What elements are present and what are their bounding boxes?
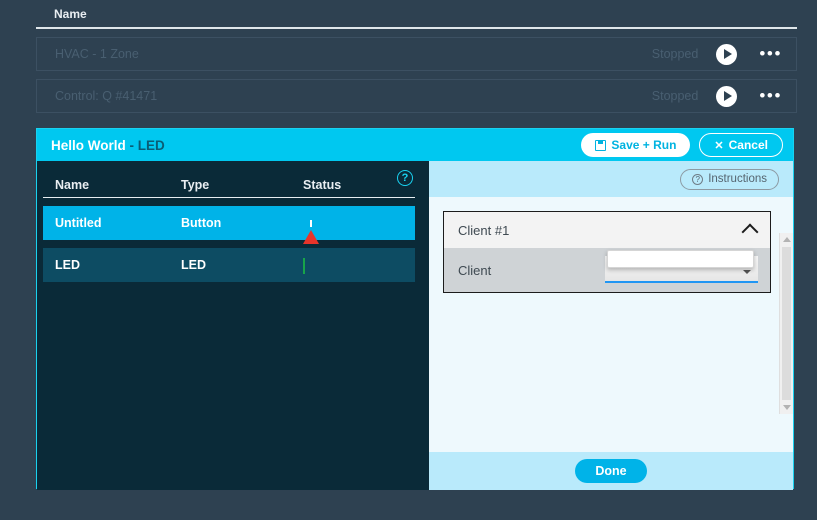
accordion-row-client: Client (444, 248, 770, 292)
background-row[interactable]: HVAC - 1 Zone Stopped ••• (36, 37, 797, 71)
instructions-button[interactable]: ? Instructions (680, 168, 779, 190)
instructions-label: Instructions (708, 173, 767, 185)
column-header-type: Type (181, 178, 210, 192)
more-options-icon[interactable]: ••• (759, 45, 782, 62)
done-bar: Done (429, 452, 793, 490)
cancel-button[interactable]: ✕ Cancel (699, 133, 783, 157)
save-and-run-button[interactable]: Save + Run (581, 133, 691, 157)
accordion-title: Client #1 (458, 222, 510, 238)
save-button-label: Save + Run (611, 138, 677, 152)
row-type: Button (181, 216, 222, 230)
background-row-status: Stopped (651, 89, 699, 103)
components-table-header: Name Type Status (43, 161, 415, 198)
more-options-icon[interactable]: ••• (759, 87, 782, 104)
row-status (303, 258, 415, 274)
cancel-button-label: Cancel (728, 138, 768, 152)
row-name: LED (55, 258, 80, 272)
app-root: Name HVAC - 1 Zone Stopped ••• Control: … (0, 0, 817, 520)
properties-pane: ? Instructions Client #1 Client Done (429, 161, 793, 490)
warning-icon (303, 216, 319, 244)
column-header-name: Name (55, 178, 90, 192)
properties-scrollbar[interactable] (779, 233, 793, 414)
properties-content: Client #1 Client (429, 197, 793, 452)
row-status (303, 216, 415, 244)
table-row[interactable]: LED LED (43, 248, 415, 282)
row-type: LED (181, 258, 206, 272)
chevron-up-icon[interactable] (741, 223, 759, 241)
dialog-actions: Save + Run ✕ Cancel (581, 133, 783, 157)
accordion-header[interactable]: Client #1 (444, 212, 770, 248)
background-row-name: HVAC - 1 Zone (55, 47, 139, 61)
play-icon[interactable] (716, 85, 738, 107)
row-name: Untitled (55, 216, 102, 230)
help-icon[interactable]: ? (397, 170, 413, 186)
dialog-body: ? Name Type Status Untitled Button LED L… (37, 161, 793, 490)
done-button-label: Done (595, 464, 627, 478)
background-column-name: Name (54, 6, 87, 21)
background-list: Name HVAC - 1 Zone Stopped ••• Control: … (36, 0, 797, 113)
check-icon (303, 258, 305, 274)
client-dropdown-menu[interactable] (607, 250, 754, 268)
scroll-down-icon[interactable] (783, 405, 791, 410)
help-icon: ? (692, 173, 704, 185)
done-button[interactable]: Done (575, 459, 647, 483)
components-pane: ? Name Type Status Untitled Button LED L… (37, 161, 429, 490)
dialog-title-sub: - LED (125, 137, 165, 153)
dialog-title-main: Hello World (51, 137, 126, 153)
scrollbar-thumb[interactable] (782, 247, 791, 400)
background-row-name: Control: Q #41471 (55, 89, 158, 103)
client-accordion: Client #1 Client (443, 211, 771, 293)
dialog-title-bar: Hello World - LED Save + Run ✕ Cancel (37, 129, 793, 161)
editor-dialog: Hello World - LED Save + Run ✕ Cancel ? … (36, 128, 794, 490)
table-row[interactable]: Untitled Button (43, 206, 415, 244)
chevron-down-icon (743, 270, 751, 274)
scroll-up-icon[interactable] (783, 237, 791, 242)
page-title: Hello World - LED (51, 138, 165, 153)
background-row[interactable]: Control: Q #41471 Stopped ••• (36, 79, 797, 113)
client-field-label: Client (458, 262, 492, 278)
instructions-bar: ? Instructions (429, 161, 793, 197)
close-icon: ✕ (714, 139, 724, 152)
save-icon (595, 139, 607, 151)
background-list-header: Name (36, 0, 797, 29)
play-icon[interactable] (716, 43, 738, 65)
background-row-status: Stopped (651, 47, 699, 61)
